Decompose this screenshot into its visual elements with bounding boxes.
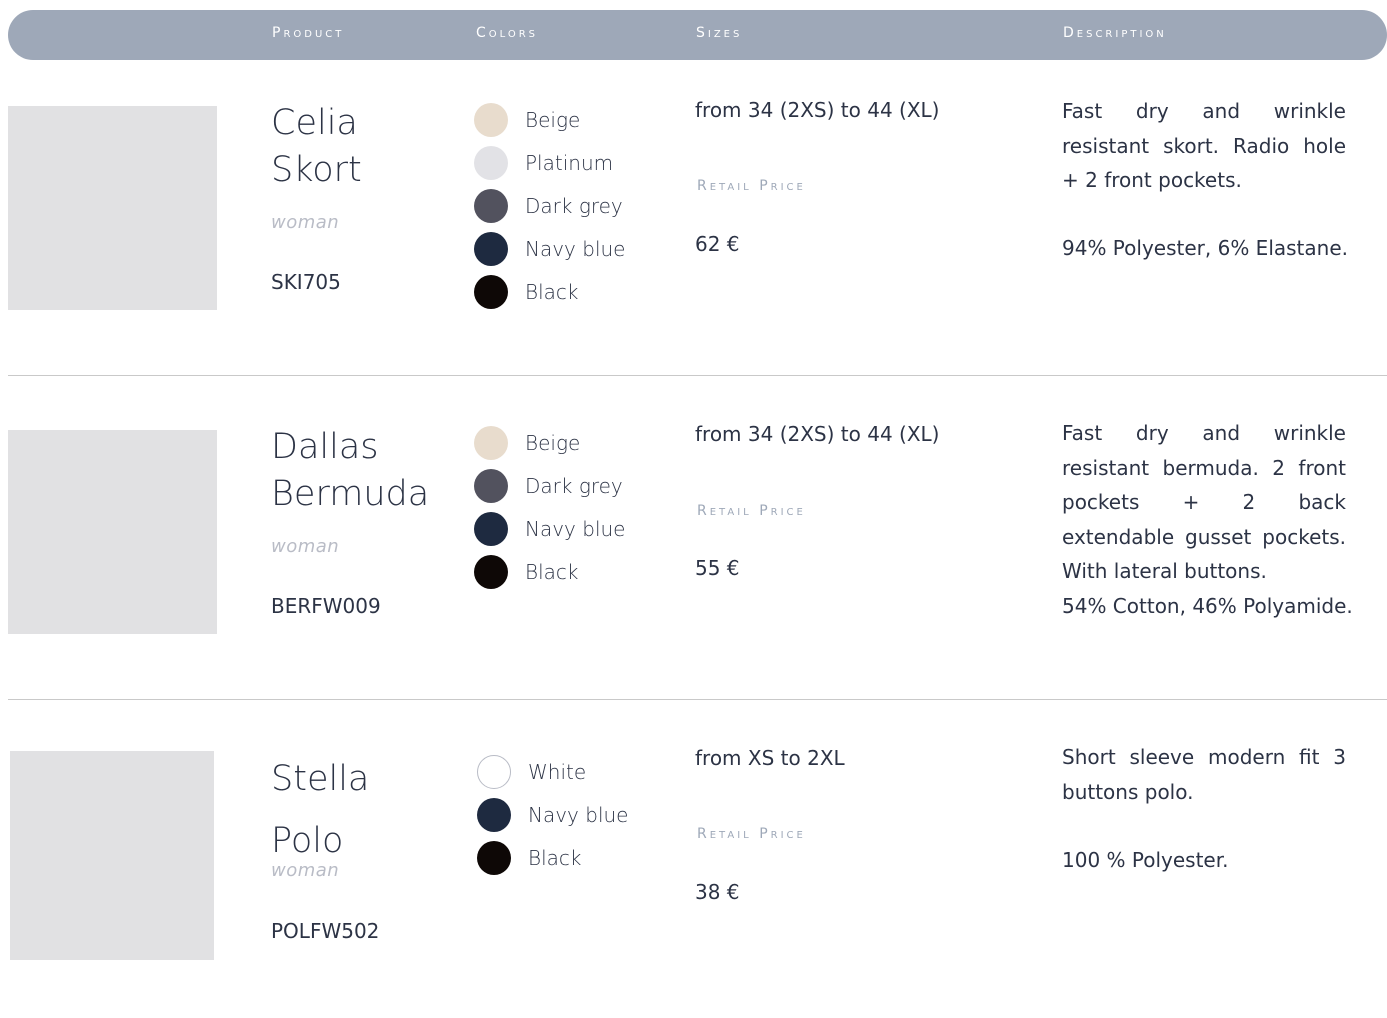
color-label: Black (528, 845, 582, 870)
color-list: White Navy blue Black (477, 750, 628, 879)
color-item: Dark grey (474, 184, 625, 227)
product-code: SKI705 (271, 270, 341, 294)
color-swatch (477, 754, 511, 789)
color-item: Black (474, 270, 625, 313)
product-image (10, 751, 214, 960)
product-name-line1: Dallas (271, 427, 379, 467)
color-label: Black (525, 279, 579, 304)
color-item: Beige (474, 98, 625, 141)
row-divider (8, 699, 1387, 700)
product-gender: woman (271, 212, 340, 233)
color-label: White (528, 759, 587, 784)
color-swatch (474, 145, 508, 180)
retail-price: 62 € (695, 232, 740, 256)
color-label: Dark grey (525, 193, 623, 218)
color-swatch (474, 468, 508, 503)
color-swatch (474, 511, 508, 546)
header-colors: Colors (476, 25, 539, 41)
color-item: Dark grey (474, 464, 625, 507)
product-code: POLFW502 (271, 919, 380, 943)
size-range: from 34 (2XS) to 44 (XL) (695, 98, 940, 122)
color-label: Navy blue (525, 516, 626, 541)
color-item: White (477, 750, 628, 793)
header-sizes: Sizes (696, 25, 743, 41)
product-composition: 100 % Polyester. (1062, 848, 1229, 872)
product-image (8, 106, 217, 310)
product-name: Stella Polo (271, 748, 461, 872)
header-product: Product (272, 25, 345, 41)
header-description: Description (1063, 25, 1167, 41)
color-list: Beige Platinum Dark grey Navy blue Black (474, 98, 625, 313)
color-item: Navy blue (477, 793, 628, 836)
product-description: Fast dry and wrinkle resistant skort. Ra… (1062, 99, 1346, 192)
row-divider (8, 375, 1387, 376)
color-label: Navy blue (528, 802, 629, 827)
color-list: Beige Dark grey Navy blue Black (474, 421, 625, 593)
size-range: from 34 (2XS) to 44 (XL) (695, 422, 940, 446)
product-name-line1: Stella (271, 759, 370, 799)
retail-price-label: Retail Price (697, 503, 806, 519)
product-name-line2: Bermuda (271, 474, 430, 514)
color-swatch (477, 840, 511, 875)
product-name: Celia Skort (271, 100, 461, 194)
product-name-line1: Celia (271, 103, 358, 143)
size-range: from XS to 2XL (695, 746, 845, 770)
color-swatch (474, 231, 508, 266)
retail-price: 55 € (695, 556, 740, 580)
color-swatch (474, 554, 508, 589)
product-composition: 54% Cotton, 46% Polyamide. (1062, 594, 1353, 618)
color-label: Platinum (525, 150, 614, 175)
color-item: Black (474, 550, 625, 593)
retail-price-label: Retail Price (697, 826, 806, 842)
retail-price-label: Retail Price (697, 178, 806, 194)
product-description: Short sleeve modern fit 3 buttons polo. (1062, 745, 1346, 804)
color-swatch (474, 274, 508, 309)
color-label: Black (525, 559, 579, 584)
product-composition: 94% Polyester, 6% Elastane. (1062, 236, 1348, 260)
color-label: Beige (525, 107, 581, 132)
product-image (8, 430, 217, 634)
product-gender: woman (271, 860, 340, 881)
color-item: Black (477, 836, 628, 879)
product-description: Fast dry and wrinkle resistant bermuda. … (1062, 421, 1346, 583)
color-label: Dark grey (525, 473, 623, 498)
product-name-line2: Skort (271, 150, 362, 190)
color-item: Navy blue (474, 507, 625, 550)
color-label: Navy blue (525, 236, 626, 261)
color-item: Navy blue (474, 227, 625, 270)
color-swatch (477, 797, 511, 832)
product-code: BERFW009 (271, 594, 381, 618)
product-name: Dallas Bermuda (271, 424, 461, 518)
color-label: Beige (525, 430, 581, 455)
color-swatch (474, 102, 508, 137)
product-gender: woman (271, 536, 340, 557)
retail-price: 38 € (695, 880, 740, 904)
color-swatch (474, 425, 508, 460)
color-swatch (474, 188, 508, 223)
color-item: Beige (474, 421, 625, 464)
color-item: Platinum (474, 141, 625, 184)
